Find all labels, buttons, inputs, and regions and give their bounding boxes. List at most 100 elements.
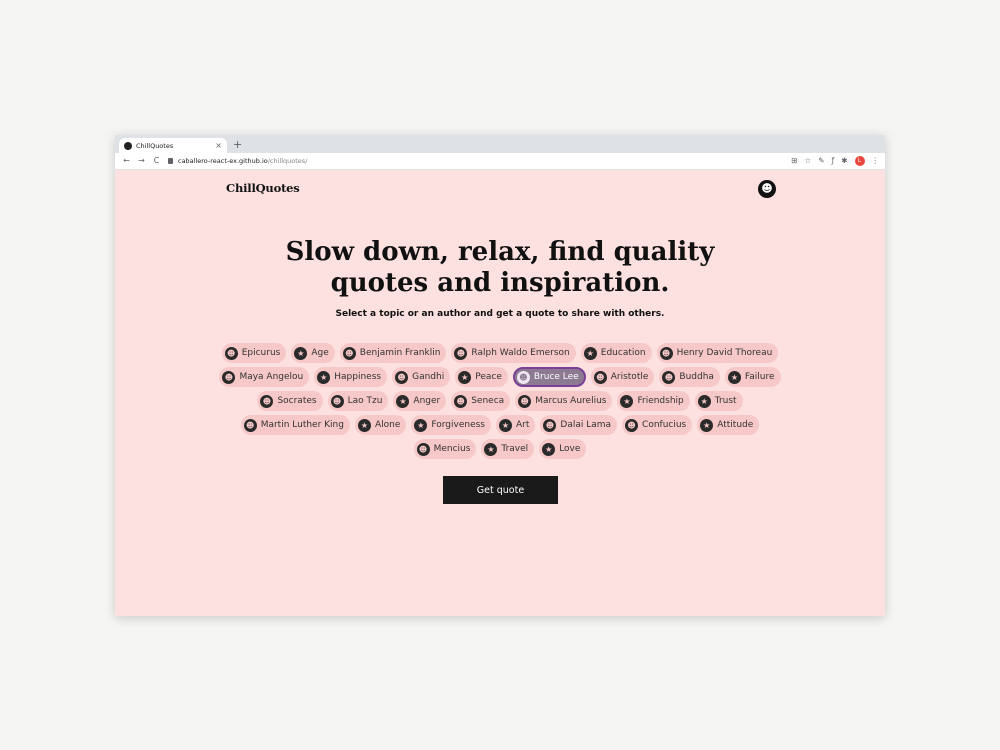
topic-chip[interactable]: ★ Alone: [354, 415, 407, 435]
star-icon: ★: [357, 418, 371, 432]
back-button[interactable]: ←: [119, 157, 134, 165]
topic-row: ☻ Mencius ★ Travel ★ Love: [220, 439, 780, 459]
menu-icon[interactable]: ⋮: [872, 156, 880, 166]
person-icon: ☻: [516, 370, 530, 384]
topic-chip-label: Buddha: [679, 372, 714, 382]
page-subtitle: Select a topic or an author and get a qu…: [335, 309, 665, 319]
tab-strip: ChillQuotes × +: [115, 135, 885, 153]
topic-chip[interactable]: ★ Art: [496, 415, 536, 435]
person-icon: ☻: [625, 418, 639, 432]
topic-chip[interactable]: ★ Forgiveness: [411, 415, 491, 435]
forward-button[interactable]: →: [134, 157, 149, 165]
topic-chip[interactable]: ☻ Socrates: [257, 391, 323, 411]
topic-chip-label: Lao Tzu: [347, 396, 383, 406]
translate-icon[interactable]: ⊞: [791, 156, 797, 166]
star-icon: ★: [620, 394, 634, 408]
topic-chip[interactable]: ☻ Ralph Waldo Emerson: [451, 343, 576, 363]
reload-button[interactable]: C: [149, 157, 164, 165]
get-quote-button[interactable]: Get quote: [443, 476, 558, 504]
toolbar-actions: ⊞ ☆ ✎ ƒ ✱ L ⋮: [791, 156, 879, 166]
topic-chip-label: Attitude: [717, 420, 754, 430]
topic-chip[interactable]: ★ Failure: [724, 367, 781, 387]
topic-chip-label: Ralph Waldo Emerson: [471, 348, 570, 358]
topic-chip-label: Peace: [475, 372, 502, 382]
star-icon: ★: [583, 346, 597, 360]
pen-icon[interactable]: ✎: [818, 156, 824, 166]
topic-chip-label: Henry David Thoreau: [676, 348, 773, 358]
topic-chip[interactable]: ★ Friendship: [617, 391, 690, 411]
person-icon: ☻: [543, 418, 557, 432]
topic-chip[interactable]: ☻ Buddha: [659, 367, 720, 387]
topic-chip-label: Socrates: [277, 396, 317, 406]
url-text: caballero-react-ex.github.io/chillquotes…: [178, 157, 308, 165]
topic-chip[interactable]: ☻ Seneca: [451, 391, 511, 411]
topic-chip[interactable]: ☻ Maya Angelou: [219, 367, 310, 387]
person-icon: ☻: [454, 394, 468, 408]
topic-chip[interactable]: ★ Happiness: [314, 367, 388, 387]
tab-chillquotes[interactable]: ChillQuotes ×: [119, 138, 227, 153]
topic-chip[interactable]: ★ Travel: [481, 439, 535, 459]
topic-chip[interactable]: ★ Peace: [455, 367, 508, 387]
favicon-icon: [124, 141, 132, 150]
topic-chip-label: Gandhi: [412, 372, 445, 382]
star-icon: ★: [727, 370, 741, 384]
puzzle-icon[interactable]: ✱: [841, 156, 847, 166]
address-bar[interactable]: caballero-react-ex.github.io/chillquotes…: [165, 155, 865, 167]
topic-row: ☻ Socrates ☻ Lao Tzu ★ Anger ☻ Seneca ☻ Marcus Au…: [220, 391, 780, 411]
star-icon: ★: [700, 418, 714, 432]
topic-chip-label: Dalai Lama: [560, 420, 612, 430]
topic-chip-label: Anger: [413, 396, 441, 406]
topic-chip[interactable]: ☻ Aristotle: [590, 367, 655, 387]
topic-chip[interactable]: ☻ Gandhi: [392, 367, 451, 387]
topic-chip[interactable]: ☻ Confucius: [622, 415, 693, 435]
function-icon[interactable]: ƒ: [832, 156, 835, 166]
topic-row: ☻ Martin Luther King ★ Alone ★ Forgiveness ★ Ar…: [220, 415, 780, 435]
page-headline: Slow down, relax, find quality quotes and…: [285, 237, 715, 298]
profile-avatar[interactable]: L: [854, 156, 865, 166]
star-icon[interactable]: ☆: [805, 156, 812, 166]
topic-chip-label: Happiness: [334, 372, 382, 382]
topic-chip-label: Love: [559, 444, 581, 454]
tab-title: ChillQuotes: [136, 141, 174, 150]
person-icon: ☻: [454, 346, 468, 360]
person-icon: ☻: [395, 370, 409, 384]
star-icon: ★: [294, 346, 308, 360]
star-icon: ★: [484, 442, 498, 456]
topic-chip-label: Aristotle: [610, 372, 649, 382]
topic-chip[interactable]: ★ Attitude: [697, 415, 760, 435]
person-icon: ☻: [518, 394, 532, 408]
site-logo[interactable]: ChillQuotes: [226, 181, 300, 195]
topic-chip[interactable]: ☻ Epicurus: [221, 343, 287, 363]
topic-chip-label: Epicurus: [241, 348, 281, 358]
topic-chip-label: Benjamin Franklin: [359, 348, 441, 358]
topic-chip[interactable]: ☻ Marcus Aurelius: [515, 391, 613, 411]
topic-chip[interactable]: ☻ Bruce Lee: [512, 367, 586, 387]
topic-chip[interactable]: ☻ Lao Tzu: [327, 391, 389, 411]
browser-toolbar: ← → C caballero-react-ex.github.io/chill…: [115, 153, 885, 170]
topic-chip[interactable]: ★ Education: [580, 343, 652, 363]
topic-chip[interactable]: ★ Trust: [694, 391, 743, 411]
person-icon: ☻: [243, 418, 257, 432]
topic-chip[interactable]: ★ Anger: [393, 391, 447, 411]
topic-chip-label: Alone: [374, 420, 401, 430]
smiley-icon[interactable]: ☻: [758, 180, 776, 198]
topic-chip-label: Bruce Lee: [533, 372, 579, 382]
topic-chip[interactable]: ★ Age: [291, 343, 335, 363]
topic-chip-label: Friendship: [637, 396, 684, 406]
topic-chip-label: Seneca: [471, 396, 505, 406]
close-icon[interactable]: ×: [215, 141, 222, 150]
topic-chip[interactable]: ☻ Henry David Thoreau: [656, 343, 779, 363]
person-icon: ☻: [342, 346, 356, 360]
topic-chip[interactable]: ★ Love: [539, 439, 587, 459]
topic-chip[interactable]: ☻ Martin Luther King: [240, 415, 350, 435]
topic-chip-label: Trust: [714, 396, 737, 406]
star-icon: ★: [499, 418, 512, 432]
topic-chip-label: Education: [600, 348, 646, 358]
topic-chip-label: Travel: [501, 444, 529, 454]
new-tab-button[interactable]: +: [233, 138, 242, 151]
topic-chip[interactable]: ☻ Benjamin Franklin: [339, 343, 447, 363]
topic-chip-label: Mencius: [433, 444, 471, 454]
topic-chip[interactable]: ☻ Dalai Lama: [540, 415, 618, 435]
topic-chip-label: Age: [311, 348, 329, 358]
topic-chip[interactable]: ☻ Mencius: [413, 439, 477, 459]
